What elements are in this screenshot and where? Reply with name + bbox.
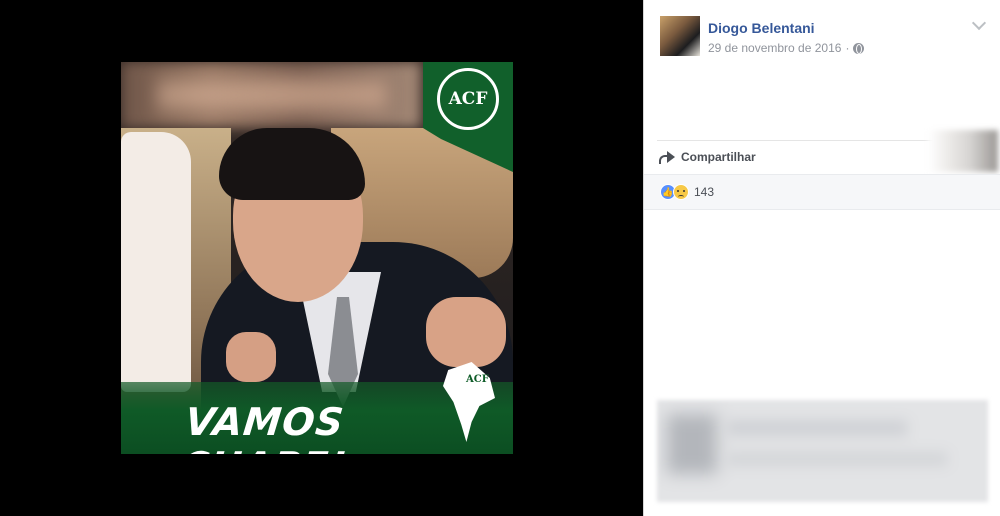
blurred-text <box>727 452 947 466</box>
blurred-faces <box>157 67 387 123</box>
blurred-text <box>727 420 907 436</box>
reaction-count[interactable]: 143 <box>694 185 714 199</box>
post-photo[interactable]: ACF VAMOS CHAPE! ACF <box>121 62 513 454</box>
meta-separator: · <box>845 41 850 55</box>
club-logo: ACF <box>437 68 499 130</box>
post-sidebar: Diogo Belentani 29 de novembro de 2016 ·… <box>643 0 1000 516</box>
photo-viewer: ACF VAMOS CHAPE! ACF <box>0 0 643 516</box>
avatar[interactable] <box>660 16 700 56</box>
club-logo-text: ACF <box>448 89 488 109</box>
globe-icon[interactable] <box>853 42 865 54</box>
post-meta: 29 de novembro de 2016 · <box>708 41 865 55</box>
hand-gesture <box>426 297 506 367</box>
author-name[interactable]: Diogo Belentani <box>708 20 815 36</box>
reactions-bar[interactable]: 👍 143 <box>644 174 1000 210</box>
man-hair <box>219 128 365 200</box>
post-date[interactable]: 29 de novembro de 2016 <box>708 41 841 55</box>
person-left-dress <box>121 132 191 392</box>
blurred-region <box>928 130 998 172</box>
share-button[interactable]: Compartilhar <box>659 150 756 164</box>
blurred-comment <box>657 400 988 502</box>
chevron-down-icon[interactable] <box>971 15 987 31</box>
map-logo-text: ACF <box>466 374 489 385</box>
share-arrow-icon <box>659 151 675 164</box>
share-label: Compartilhar <box>681 150 756 164</box>
blurred-avatar <box>667 414 717 474</box>
sad-icon <box>673 184 689 200</box>
hand <box>226 332 276 382</box>
